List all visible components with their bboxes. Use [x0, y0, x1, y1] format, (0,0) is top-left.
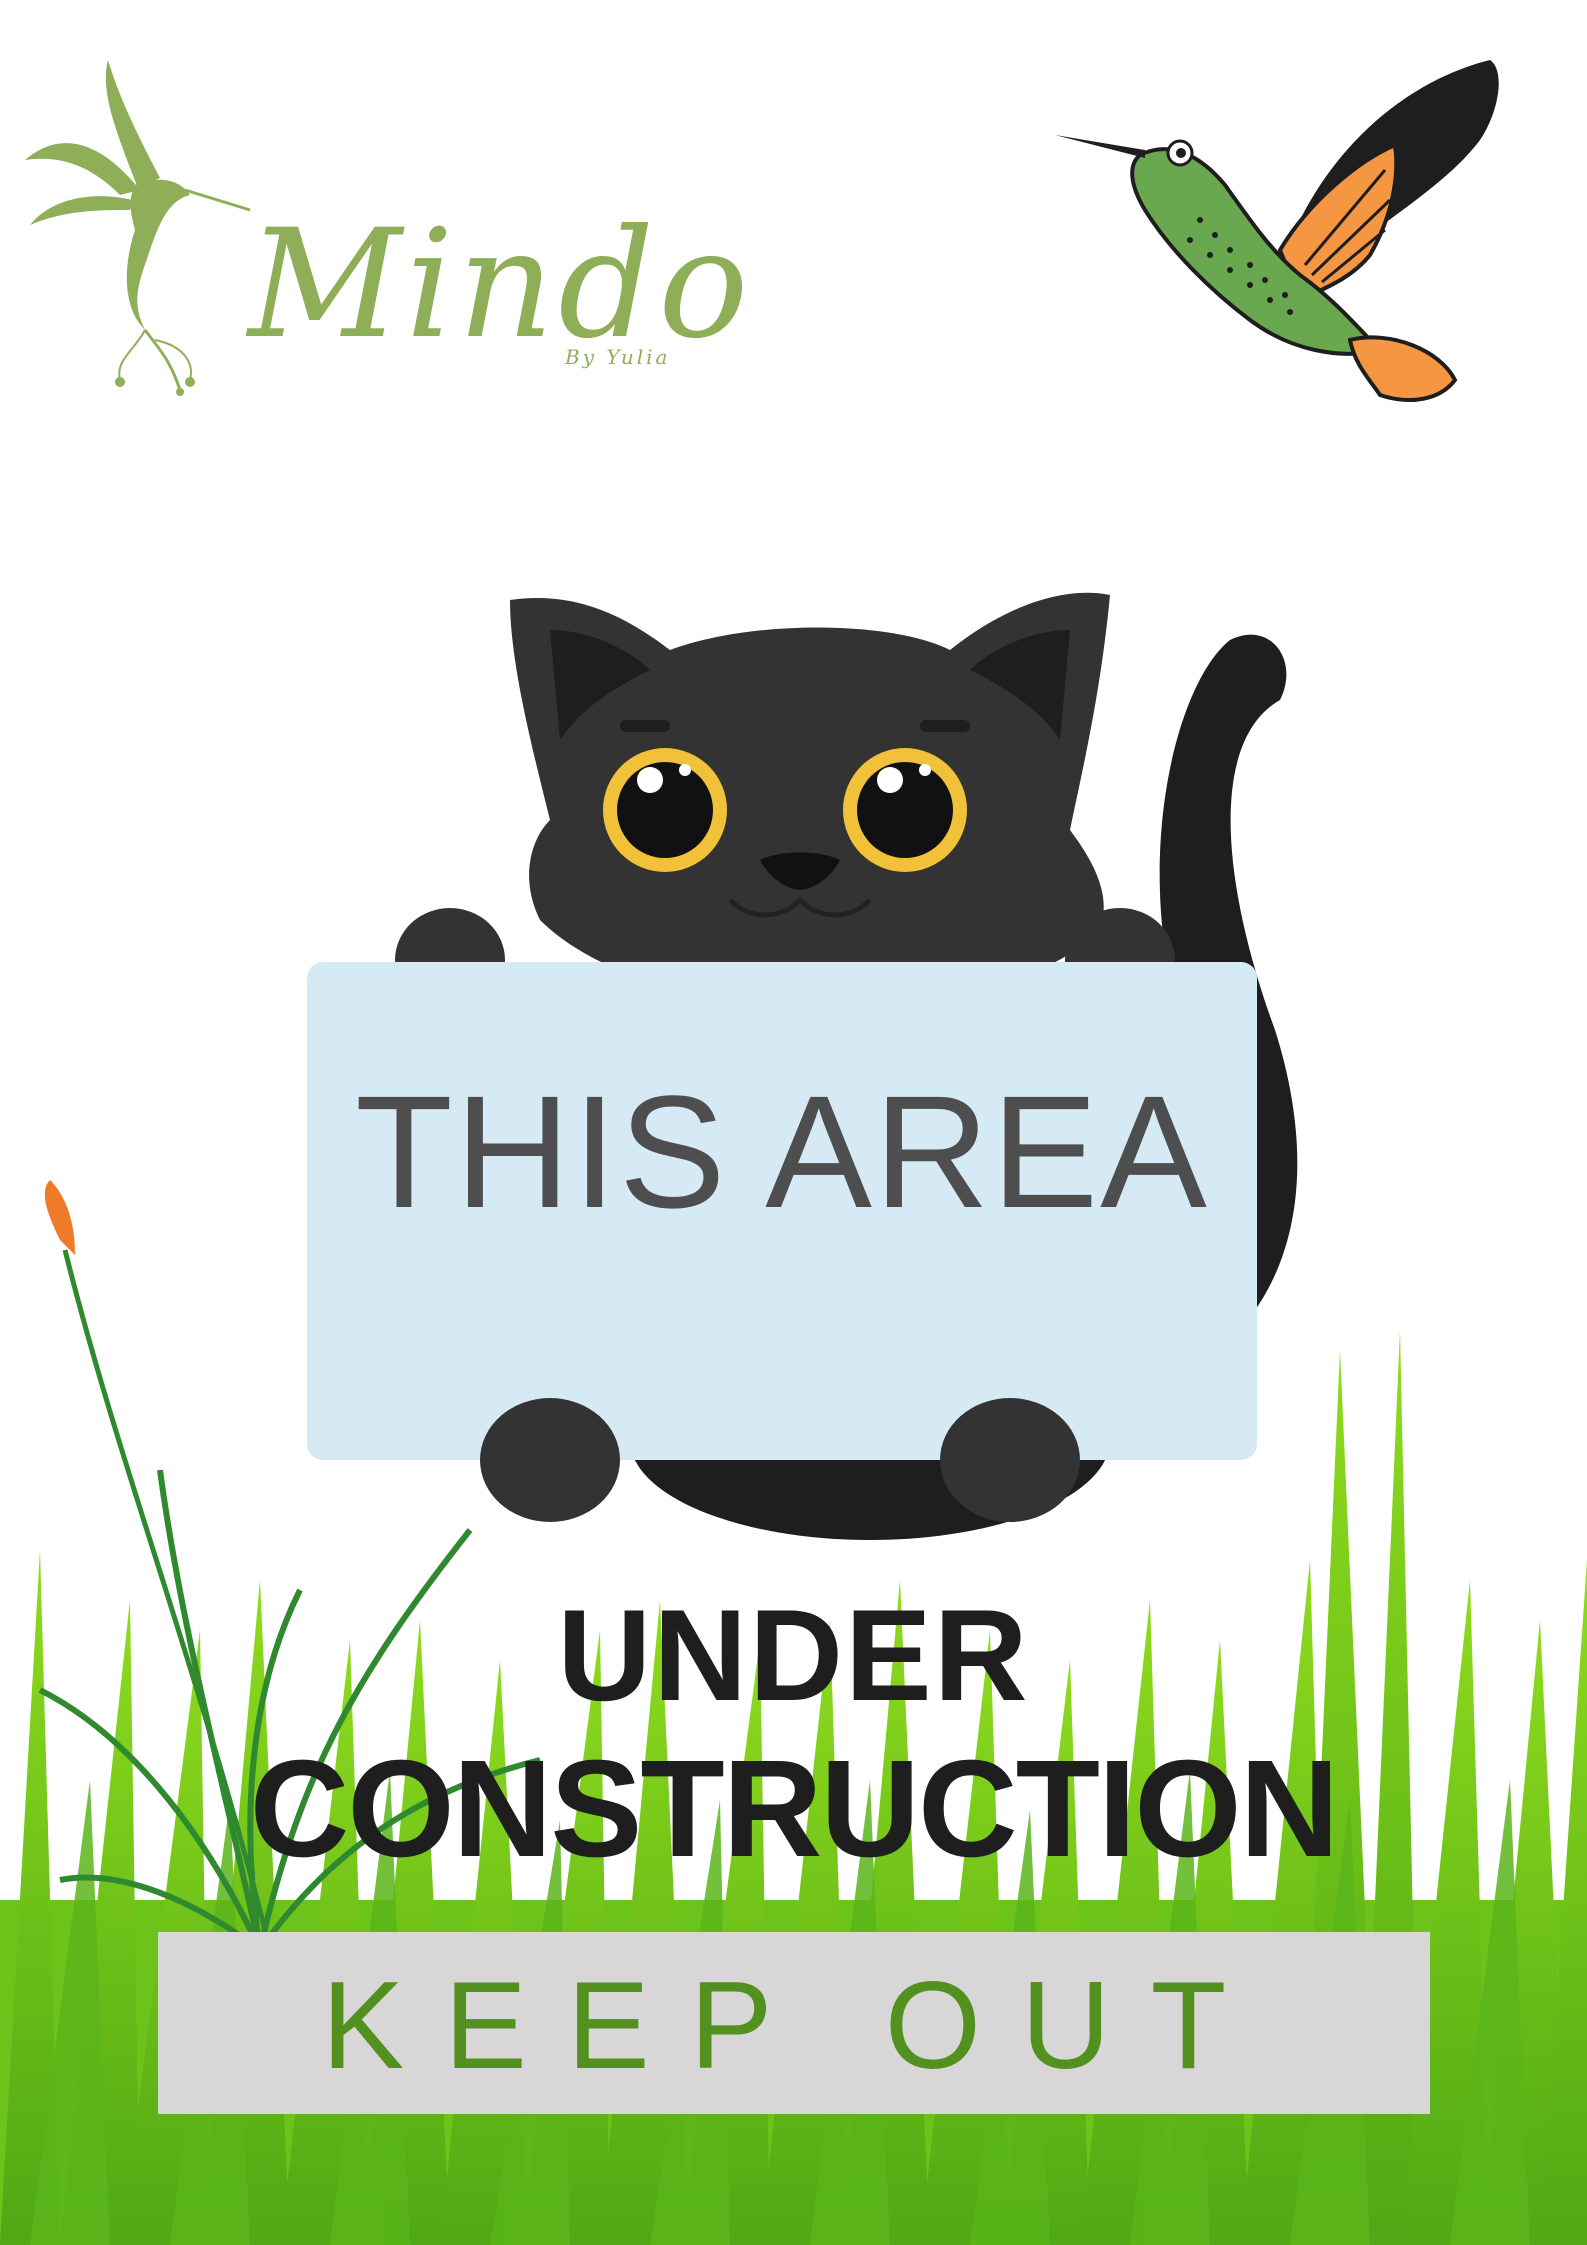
headline-line-2: CONSTRUCTION	[249, 1732, 1340, 1886]
poster: Mindo By Yulia THIS AREA UNDER CONSTRUCT…	[0, 0, 1587, 2245]
logo-wordmark: Mindo	[248, 198, 753, 372]
brand-logo: Mindo By Yulia	[20, 60, 749, 410]
headline-line-1: UNDER	[557, 1582, 1030, 1728]
hummingbird-illustration	[1055, 60, 1499, 402]
keep-out-text: KEEP OUT	[321, 1957, 1267, 2095]
hummingbird-logo-icon	[25, 60, 251, 396]
logo-byline: By Yulia	[565, 345, 671, 369]
keep-out-banner: KEEP OUT	[158, 1932, 1430, 2114]
